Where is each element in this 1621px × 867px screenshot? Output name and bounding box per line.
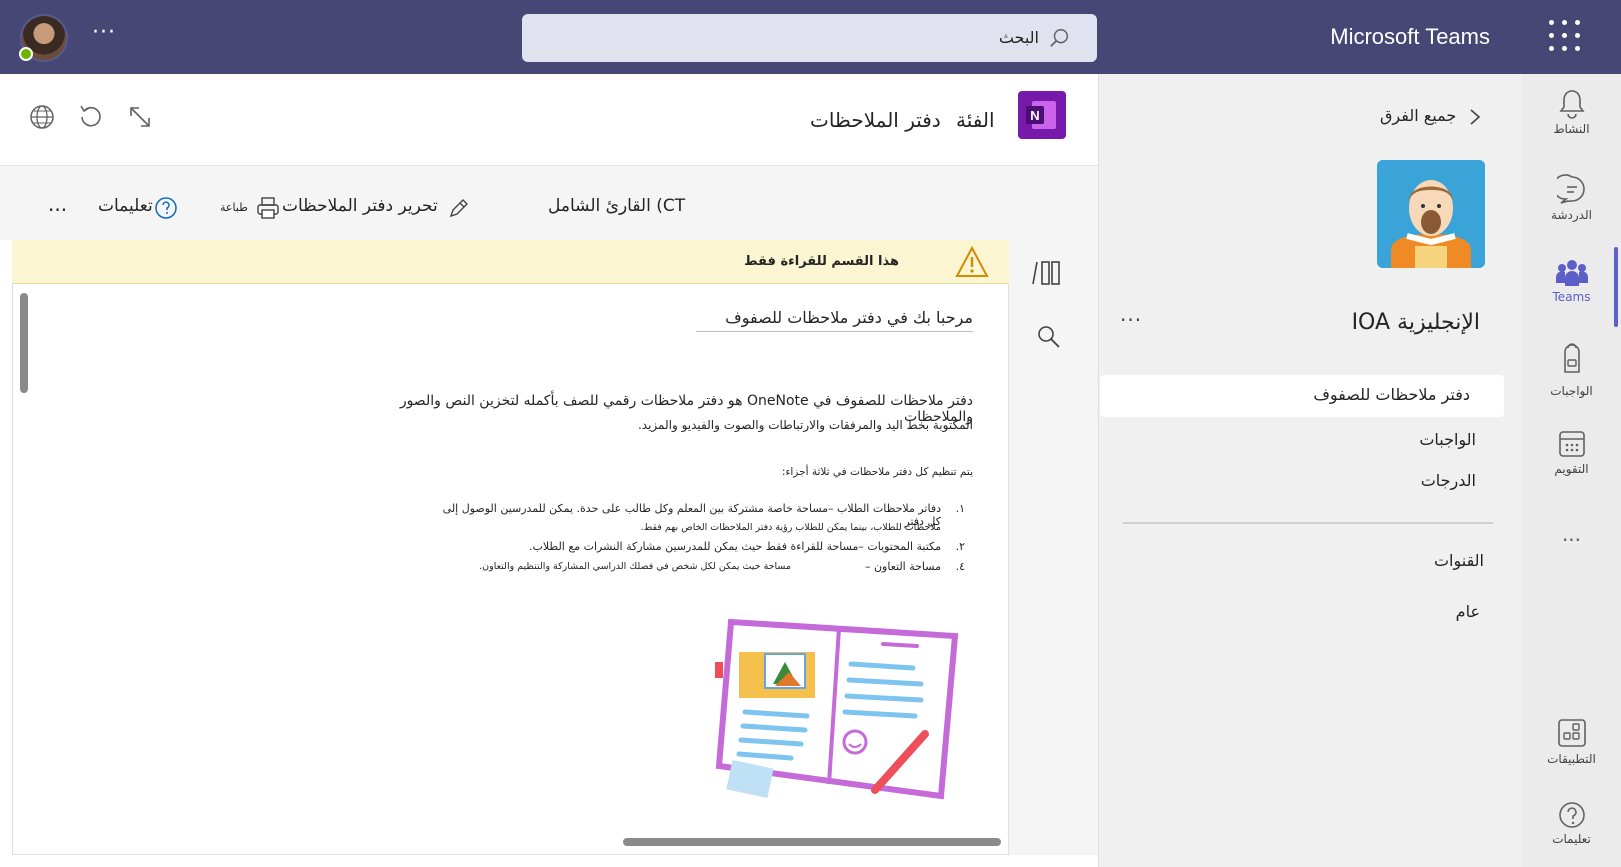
chevron-right-icon[interactable] bbox=[1468, 106, 1482, 128]
rail-label: الواجبات bbox=[1550, 384, 1593, 398]
channels-header: القنوات bbox=[1100, 549, 1484, 575]
nav-item-label: الدرجات bbox=[1420, 471, 1476, 490]
expand-icon[interactable] bbox=[126, 103, 154, 131]
search-input[interactable]: البحث bbox=[522, 14, 1097, 62]
banner-text: هذا القسم للقراءة فقط bbox=[744, 254, 899, 269]
all-teams-link[interactable]: جميع الفرق bbox=[1380, 106, 1456, 125]
rail-item-activity[interactable]: النشاط bbox=[1522, 88, 1621, 136]
page-title: مرحبا بك في دفتر ملاحظات للصفوف bbox=[725, 308, 973, 327]
nav-item-label: دفتر ملاحظات للصفوف bbox=[1313, 385, 1470, 404]
warning-icon bbox=[955, 246, 989, 277]
list-item-3-label: مساحة التعاون – bbox=[864, 560, 941, 573]
library-icon[interactable] bbox=[1032, 258, 1062, 288]
refresh-icon[interactable] bbox=[76, 103, 104, 131]
print-button[interactable]: طباعة bbox=[220, 201, 248, 214]
settings-more-icon[interactable]: ··· bbox=[92, 20, 116, 45]
chat-icon bbox=[1556, 174, 1585, 204]
title-underline bbox=[696, 331, 973, 332]
help-icon bbox=[1558, 802, 1585, 828]
channel-item-general[interactable]: عام bbox=[1100, 600, 1484, 626]
list-num: ١. bbox=[955, 502, 965, 515]
team-more-options-icon[interactable]: ··· bbox=[1120, 308, 1142, 332]
edit-notebook-button[interactable]: تحرير دفتر الملاحظات bbox=[282, 196, 438, 216]
app-launcher-grid-icon[interactable] bbox=[1547, 18, 1583, 54]
rail-item-apps[interactable]: التطبيقات bbox=[1522, 718, 1621, 766]
rail-item-teams[interactable]: Teams bbox=[1522, 258, 1621, 304]
nav-item-assignments[interactable]: الواجبات bbox=[1100, 428, 1484, 454]
team-avatar-image bbox=[1377, 160, 1485, 268]
bell-icon bbox=[1558, 90, 1585, 119]
more-options-icon[interactable]: ... bbox=[48, 192, 67, 216]
tab-category[interactable]: الفئة bbox=[956, 108, 995, 132]
calendar-icon bbox=[1558, 431, 1585, 457]
presence-status-icon bbox=[19, 47, 33, 61]
app-title: Microsoft Teams bbox=[1330, 24, 1490, 49]
rail-more-icon[interactable]: ... bbox=[1522, 522, 1621, 546]
rail-label: التقويم bbox=[1554, 462, 1589, 476]
printer-icon[interactable] bbox=[256, 196, 280, 220]
nav-item-class-notebook[interactable]: دفتر ملاحظات للصفوف bbox=[1100, 375, 1504, 417]
search-icon bbox=[1050, 29, 1069, 47]
search-page-icon[interactable] bbox=[1036, 324, 1062, 350]
help-button[interactable]: تعليمات bbox=[98, 196, 153, 216]
onenote-icon: N bbox=[1018, 91, 1066, 139]
search-placeholder: البحث bbox=[998, 28, 1039, 47]
list-num: ٤. bbox=[955, 560, 965, 573]
rail-label: التطبيقات bbox=[1547, 752, 1596, 766]
immersive-reader-button[interactable]: القارئ الشامل (CT bbox=[548, 196, 685, 216]
vertical-scrollbar[interactable] bbox=[20, 293, 28, 393]
rail-item-calendar[interactable]: التقويم bbox=[1522, 428, 1621, 476]
help-circle-icon[interactable] bbox=[154, 196, 178, 220]
intro-line-2: المكتوبة بخط اليد والمرفقات والارتباطات … bbox=[637, 418, 973, 432]
channel-label: عام bbox=[1455, 602, 1480, 621]
divider bbox=[1123, 522, 1493, 524]
rail-label: الدردشة bbox=[1551, 208, 1592, 222]
notebook-illustration bbox=[715, 618, 959, 800]
parts-intro: يتم تنظيم كل دفتر ملاحظات في ثلاثة أجزاء… bbox=[781, 466, 973, 478]
tab-notebook[interactable]: دفتر الملاحظات bbox=[810, 108, 941, 132]
list-num: ٢. bbox=[955, 540, 965, 553]
rail-label: النشاط bbox=[1553, 122, 1590, 136]
rail-item-help[interactable]: تعليمات bbox=[1522, 800, 1621, 846]
backpack-icon bbox=[1563, 343, 1580, 373]
globe-icon[interactable] bbox=[28, 103, 56, 131]
list-item-2: مكتبة المحتويات –مساحة للقراءة فقط حيث ي… bbox=[529, 540, 941, 553]
rail-label: تعليمات bbox=[1552, 832, 1591, 846]
svg-text:N: N bbox=[1030, 108, 1039, 123]
nav-item-label: الواجبات bbox=[1419, 430, 1476, 449]
rail-item-chat[interactable]: الدردشة bbox=[1522, 174, 1621, 222]
teams-icon bbox=[1555, 260, 1588, 286]
apps-icon bbox=[1557, 719, 1586, 747]
team-name: IOA الإنجليزية bbox=[1351, 310, 1480, 335]
pencil-icon[interactable] bbox=[447, 198, 469, 220]
rail-label: Teams bbox=[1552, 290, 1591, 304]
channels-header-label: القنوات bbox=[1433, 551, 1484, 570]
read-only-banner: هذا القسم للقراءة فقط bbox=[12, 240, 1009, 284]
horizontal-scrollbar[interactable] bbox=[623, 838, 1001, 846]
list-item-1-line-2: ملاحظات للطلاب، بينما يمكن للطلاب رؤية د… bbox=[640, 522, 941, 533]
nav-item-grades[interactable]: الدرجات bbox=[1100, 469, 1484, 495]
list-item-3: مساحة حيث يمكن لكل شخص في فصلك الدراسي ا… bbox=[479, 561, 791, 572]
rail-item-assignments[interactable]: الواجبات bbox=[1522, 342, 1621, 398]
